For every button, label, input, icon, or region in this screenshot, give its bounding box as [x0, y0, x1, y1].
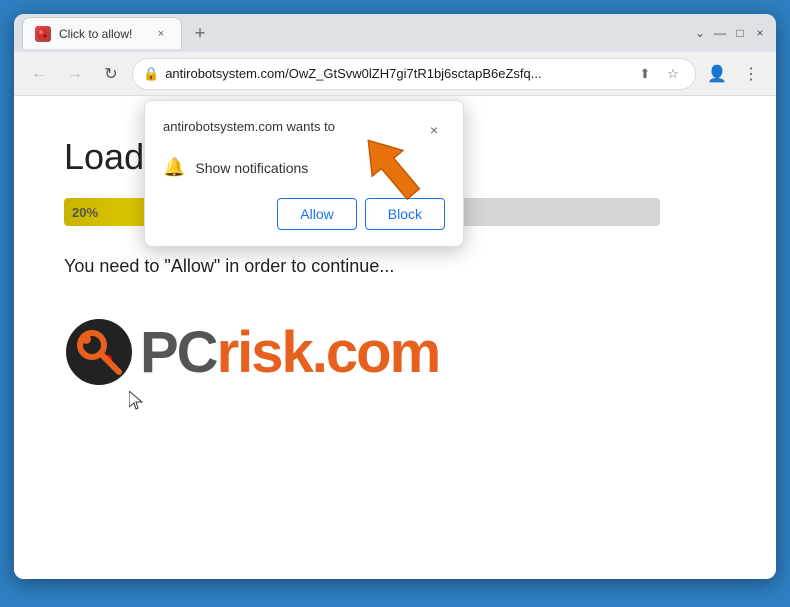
address-bar-icons: ⬆ ☆: [633, 62, 685, 86]
pc-text: PC: [140, 320, 217, 385]
window-chevron-down[interactable]: ⌄: [692, 25, 708, 41]
tab-title: Click to allow!: [59, 27, 132, 41]
allow-button[interactable]: Allow: [277, 198, 356, 230]
title-bar: Click to allow! × + ⌄ — □ ×: [14, 14, 776, 52]
back-button[interactable]: ←: [24, 59, 54, 89]
menu-button[interactable]: ⋮: [736, 59, 766, 89]
risk-text: risk.com: [217, 320, 440, 385]
bookmark-button[interactable]: ☆: [661, 62, 685, 86]
browser-window: Click to allow! × + ⌄ — □ × ← → ↻ 🔒 anti…: [14, 14, 776, 579]
instruction-text: You need to "Allow" in order to continue…: [64, 256, 726, 277]
tab-area: Click to allow! × +: [22, 17, 688, 49]
pcrisk-logo: PCrisk.com: [64, 317, 726, 387]
new-tab-button[interactable]: +: [186, 19, 214, 47]
window-close-button[interactable]: ×: [752, 25, 768, 41]
tab-close-button[interactable]: ×: [153, 26, 169, 42]
cursor-arrow: [129, 391, 145, 411]
window-controls: ⌄ — □ ×: [692, 25, 768, 41]
pcrisk-text: PCrisk.com: [140, 319, 439, 386]
reload-button[interactable]: ↻: [96, 59, 126, 89]
window-maximize-button[interactable]: □: [732, 25, 748, 41]
share-page-button[interactable]: ⬆: [633, 62, 657, 86]
bell-icon: 🔔: [163, 157, 185, 178]
browser-tab[interactable]: Click to allow! ×: [22, 17, 182, 49]
tab-favicon: [35, 26, 51, 42]
notification-label: Show notifications: [195, 160, 308, 176]
toolbar-right: 👤 ⋮: [702, 59, 766, 89]
window-minimize-button[interactable]: —: [712, 25, 728, 41]
lock-icon: 🔒: [143, 66, 159, 82]
account-button[interactable]: 👤: [702, 59, 732, 89]
arrow-indicator: [354, 126, 434, 206]
address-bar[interactable]: 🔒 antirobotsystem.com/OwZ_GtSvw0lZH7gi7t…: [132, 58, 696, 90]
popup-title: antirobotsystem.com wants to: [163, 119, 335, 134]
forward-button[interactable]: →: [60, 59, 90, 89]
page-content: antirobotsystem.com wants to × 🔔 Show no…: [14, 96, 776, 579]
progress-label: 20%: [72, 205, 98, 220]
browser-toolbar: ← → ↻ 🔒 antirobotsystem.com/OwZ_GtSvw0lZ…: [14, 52, 776, 96]
url-text: antirobotsystem.com/OwZ_GtSvw0lZH7gi7tR1…: [165, 66, 627, 81]
pcrisk-icon: [64, 317, 134, 387]
